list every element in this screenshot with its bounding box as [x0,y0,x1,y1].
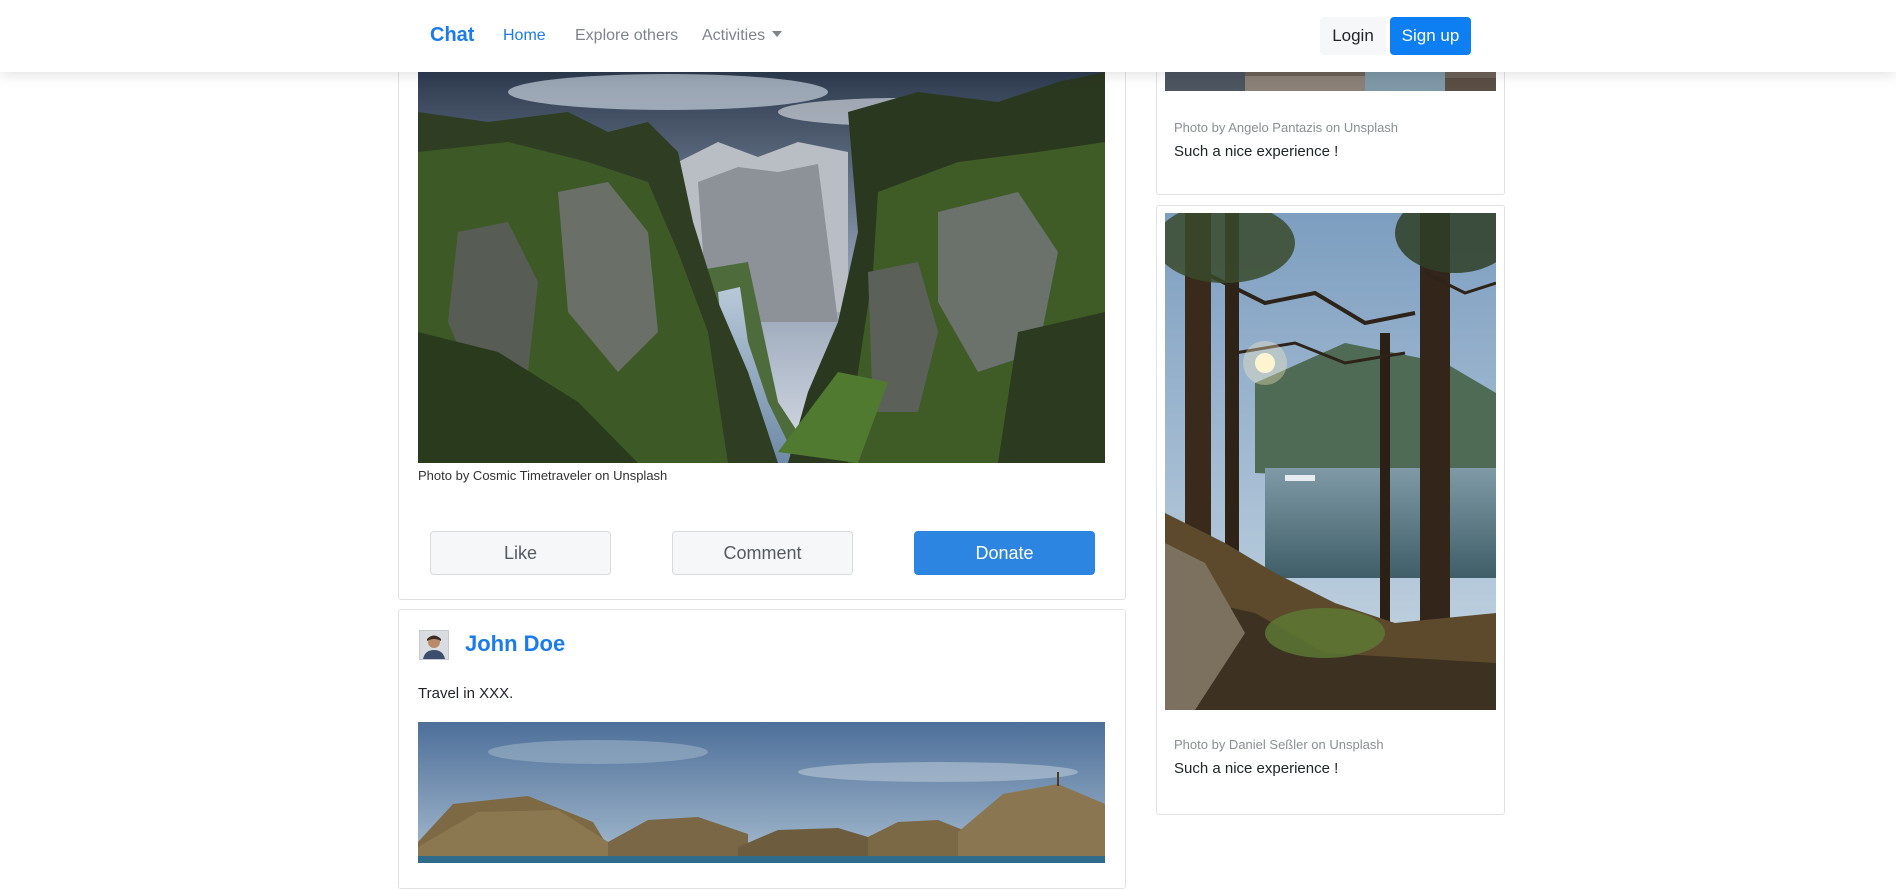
like-button[interactable]: Like [430,531,611,575]
sidebar-photo-credit: Photo by Angelo Pantazis on Unsplash [1174,120,1399,135]
comment-button[interactable]: Comment [672,531,853,575]
avatar[interactable] [419,630,449,660]
signup-button[interactable]: Sign up [1390,17,1471,55]
brand-logo[interactable]: Chat [430,24,474,47]
nav-explore-others[interactable]: Explore others [575,27,678,45]
post-photo-huts [418,722,1105,863]
sidebar-caption: Such a nice experience ! [1174,143,1339,160]
photo-credit: Photo by Cosmic Timetraveler on Unsplash [418,468,668,483]
caret-down-icon [772,31,783,37]
nav-activities-dropdown[interactable]: Activities [702,27,783,45]
post-photo-canyon [418,72,1105,463]
sidebar-caption: Such a nice experience ! [1174,760,1339,777]
donate-button[interactable]: Donate [914,531,1095,575]
nav-home[interactable]: Home [503,27,546,45]
sidebar-photo-lake [1165,213,1496,710]
sidebar-photo [1165,72,1496,91]
sidebar-photo-credit: Photo by Daniel Seßler on Unsplash [1174,737,1384,752]
login-button[interactable]: Login [1320,17,1386,55]
post-author-name[interactable]: John Doe [465,631,565,657]
nav-activities-label: Activities [702,27,766,44]
post-text: Travel in XXX. [418,685,514,702]
top-navbar: Chat Home Explore others Activities Logi… [0,0,1896,72]
